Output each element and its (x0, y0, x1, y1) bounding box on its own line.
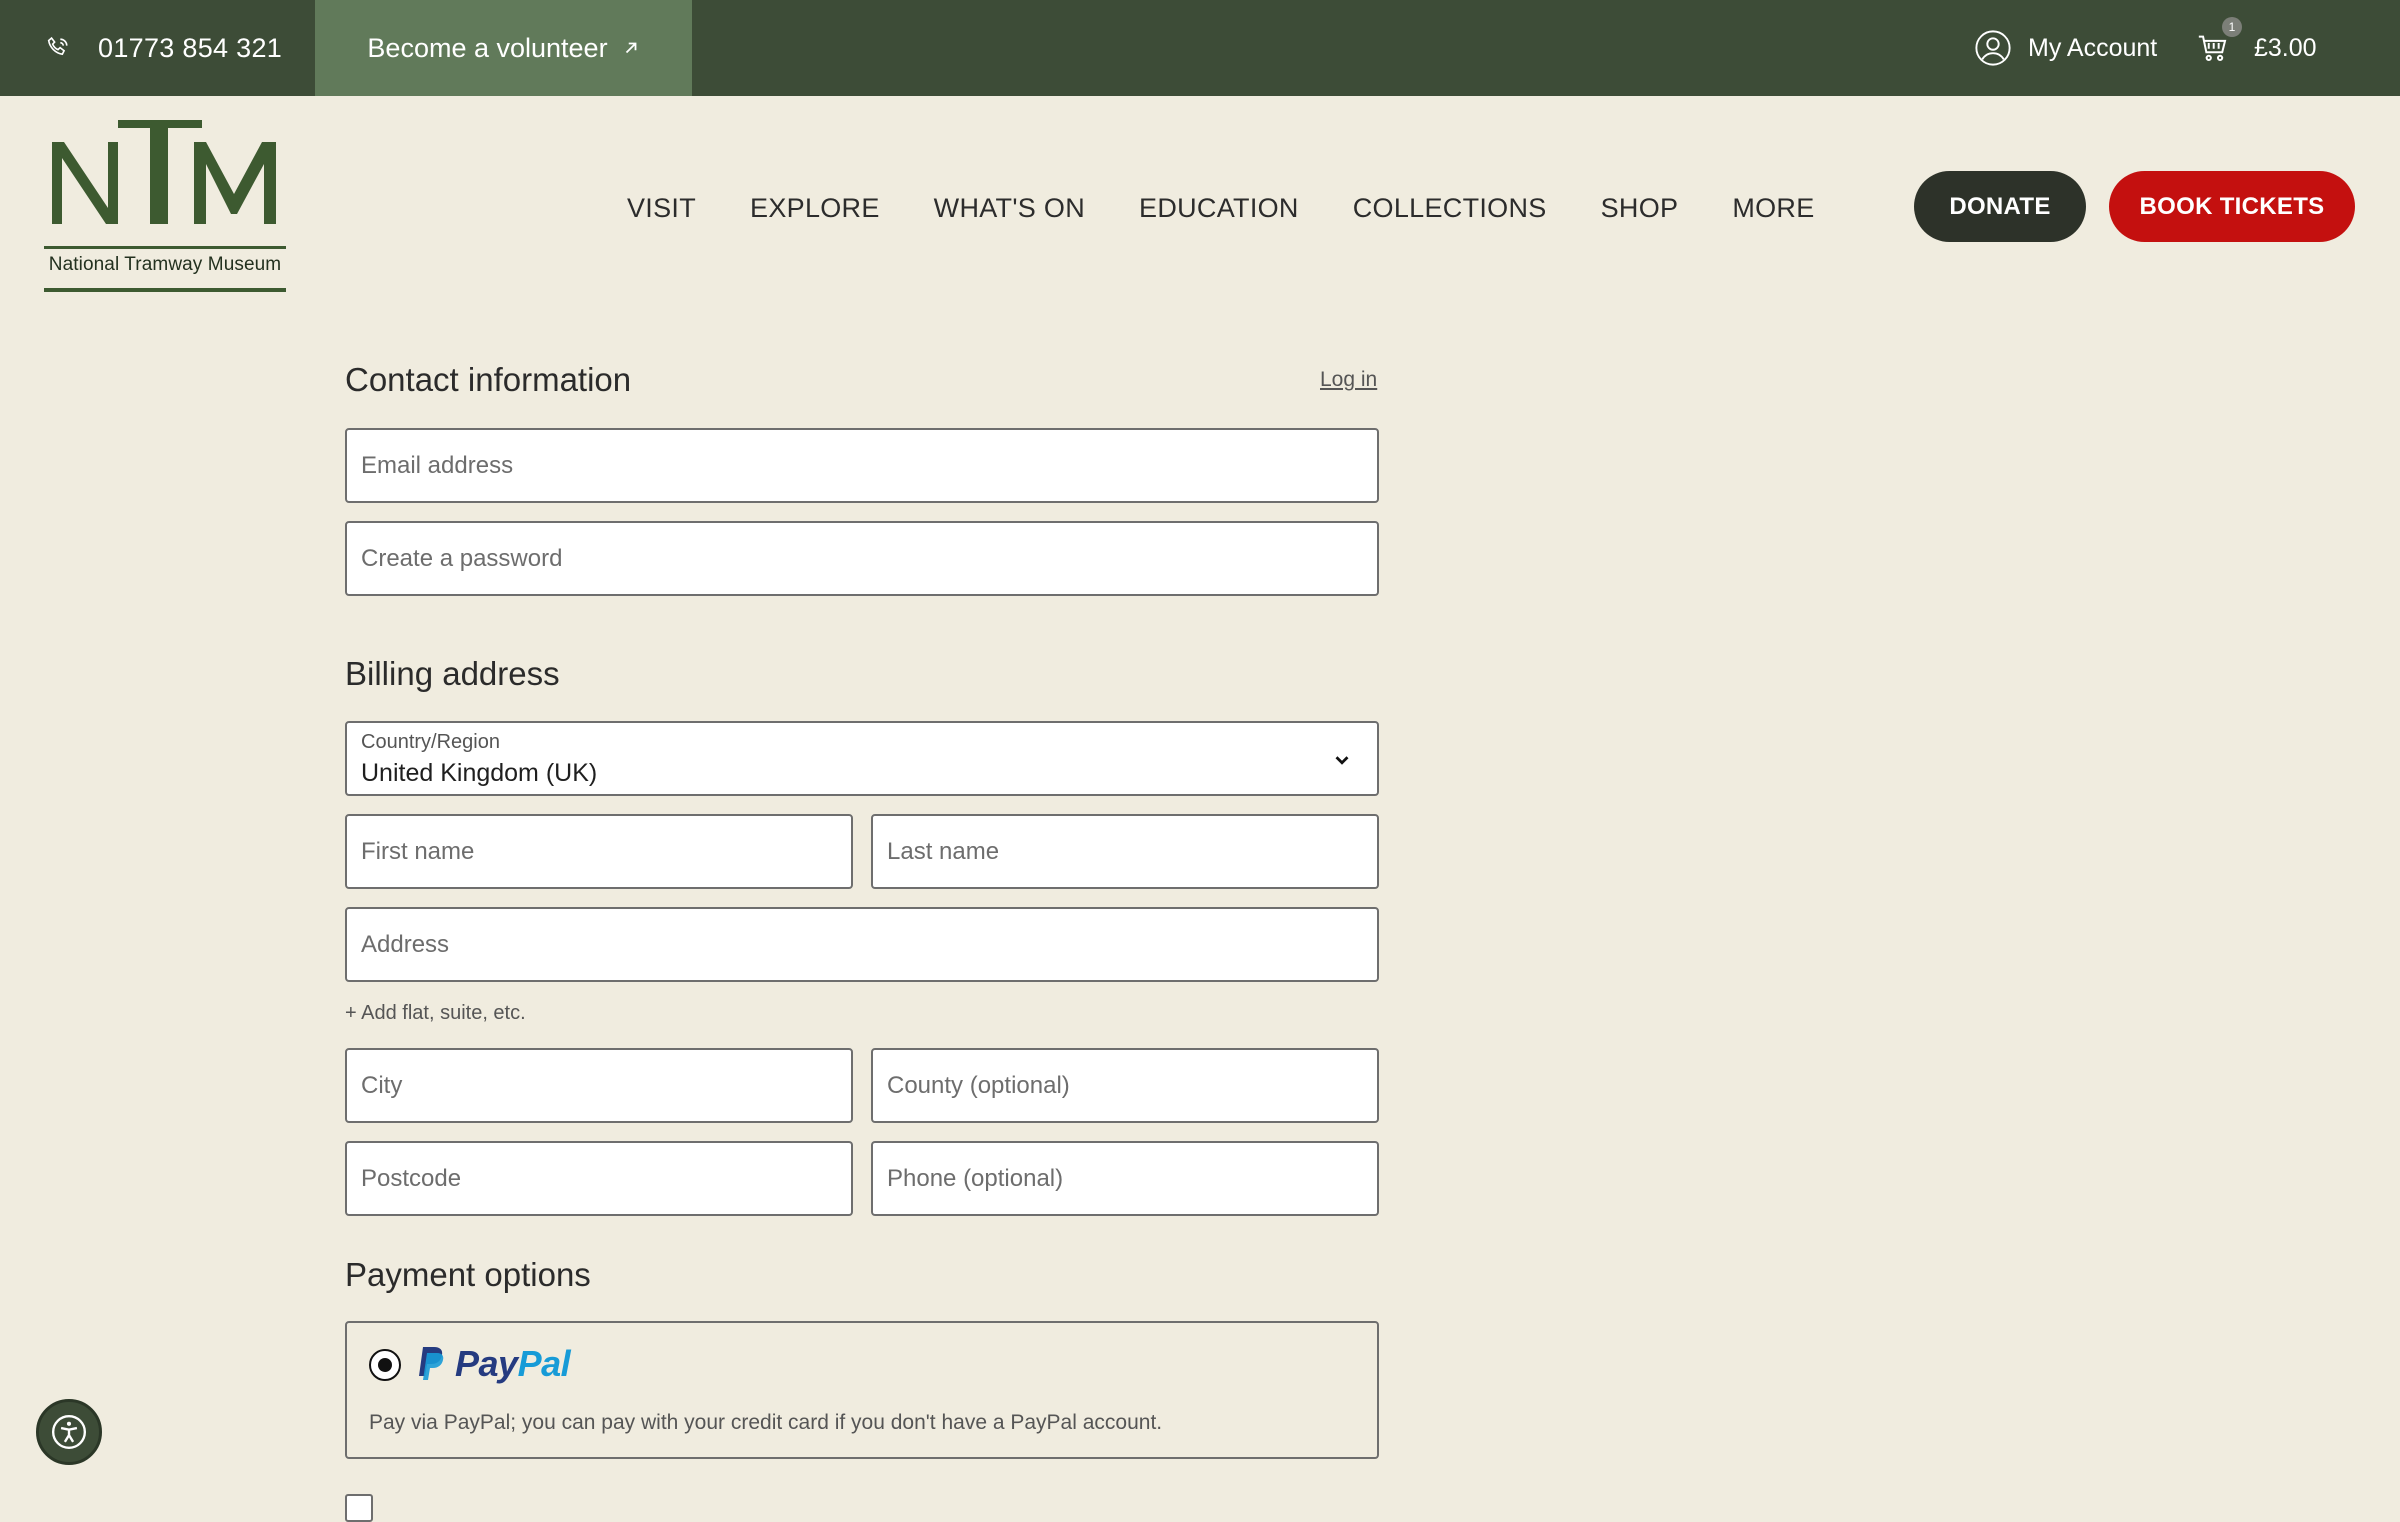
accessibility-button[interactable] (36, 1399, 102, 1465)
ntm-logo-mark (52, 120, 276, 224)
phone-icon (47, 36, 68, 56)
country-region-select[interactable]: Country/Region United Kingdom (UK) (345, 721, 1379, 796)
paypal-payment-option[interactable]: PayPal Pay via PayPal; you can pay with … (345, 1321, 1379, 1459)
nav-shop[interactable]: SHOP (1574, 193, 1706, 224)
volunteer-label: Become a volunteer (367, 32, 608, 63)
county-input[interactable] (871, 1048, 1379, 1123)
donate-button[interactable]: DONATE (1914, 171, 2086, 242)
nav-visit[interactable]: VISIT (600, 193, 723, 224)
cart-link[interactable]: 1 £3.00 (2196, 0, 2317, 96)
email-input[interactable] (345, 428, 1379, 503)
logo-rule-top (44, 246, 286, 249)
terms-checkbox[interactable] (345, 1494, 373, 1522)
ntm-logo[interactable]: National Tramway Museum (44, 116, 286, 296)
country-region-value: United Kingdom (UK) (361, 759, 598, 787)
book-tickets-button[interactable]: BOOK TICKETS (2109, 171, 2355, 242)
paypal-description: Pay via PayPal; you can pay with your cr… (369, 1411, 1163, 1434)
password-input[interactable] (345, 521, 1379, 596)
chevron-down-icon (1335, 756, 1349, 765)
arrow-up-right-icon (625, 42, 636, 54)
logo-rule-bottom (44, 288, 286, 292)
nav-more[interactable]: MORE (1705, 193, 1841, 224)
accessibility-icon (51, 1414, 87, 1450)
paypal-logo: PayPal (417, 1343, 571, 1385)
logo-caption: National Tramway Museum (48, 254, 282, 275)
cart-count-badge: 1 (2222, 17, 2242, 37)
payment-options-heading: Payment options (345, 1256, 591, 1293)
become-volunteer-link[interactable]: Become a volunteer (315, 0, 692, 96)
paypal-wordmark: PayPal (455, 1343, 571, 1385)
paypal-icon (419, 1347, 444, 1380)
first-name-input[interactable] (345, 814, 853, 889)
last-name-input[interactable] (871, 814, 1379, 889)
nav-whats-on[interactable]: WHAT'S ON (907, 193, 1112, 224)
nav-explore[interactable]: EXPLORE (723, 193, 907, 224)
phone-input[interactable] (871, 1141, 1379, 1216)
my-account-label: My Account (2028, 33, 2158, 62)
paypal-radio[interactable] (369, 1349, 401, 1381)
top-bar: 01773 854 321 Become a volunteer My Acco… (0, 0, 2400, 96)
main-nav: VISIT EXPLORE WHAT'S ON EDUCATION COLLEC… (600, 176, 1842, 240)
my-account-link[interactable]: My Account (1974, 0, 2157, 96)
billing-address-heading: Billing address (345, 655, 560, 692)
nav-education[interactable]: EDUCATION (1112, 193, 1326, 224)
cart-icon (2198, 35, 2227, 62)
phone-contact[interactable]: 01773 854 321 (44, 0, 282, 96)
country-region-label: Country/Region (361, 731, 500, 753)
cart-total: £3.00 (2254, 33, 2317, 62)
address-input[interactable] (345, 907, 1379, 982)
paypal-wordmark-pay: Pay (455, 1343, 518, 1384)
cart-icon-wrap: 1 (2196, 17, 2242, 65)
add-flat-suite-link[interactable]: + Add flat, suite, etc. (345, 1002, 526, 1025)
log-in-link[interactable]: Log in (1320, 368, 1377, 392)
user-icon (1975, 30, 2011, 66)
contact-information-heading: Contact information (345, 361, 632, 398)
postcode-input[interactable] (345, 1141, 853, 1216)
city-input[interactable] (345, 1048, 853, 1123)
phone-number[interactable]: 01773 854 321 (98, 33, 282, 64)
paypal-wordmark-pal: Pal (517, 1343, 571, 1384)
nav-collections[interactable]: COLLECTIONS (1326, 193, 1574, 224)
